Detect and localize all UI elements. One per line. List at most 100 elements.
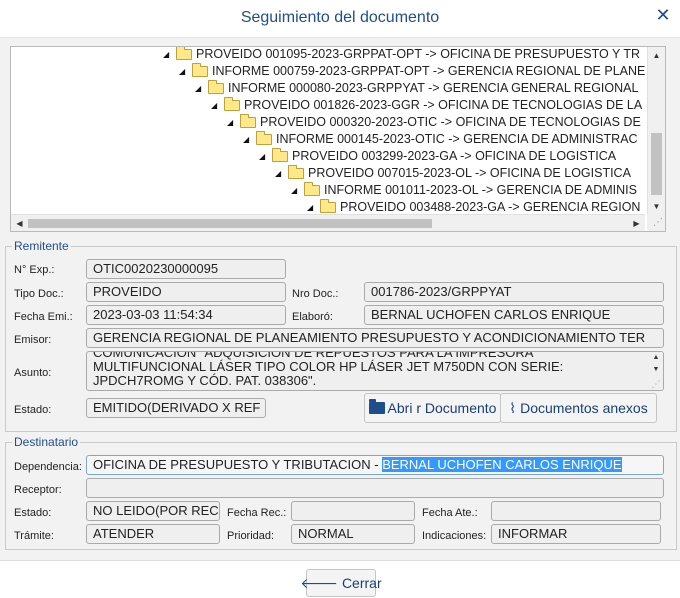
scroll-down-icon[interactable]: ▼ xyxy=(648,198,665,215)
expand-triangle-icon[interactable]: ◢ xyxy=(163,47,173,63)
dialog-footer: 🡐 Cerrar xyxy=(0,560,680,598)
folder-icon xyxy=(256,131,272,145)
fecha-emi-field[interactable]: 2023-03-03 11:54:34 xyxy=(86,305,286,325)
dialog-body: ◢ PROVEIDO 001095-2023-GRPPAT-OPT -> OFI… xyxy=(0,38,680,560)
indicaciones-field[interactable]: INFORMAR xyxy=(491,524,661,544)
destinatario-legend: Destinatario xyxy=(12,435,81,449)
remitente-legend: Remitente xyxy=(12,239,71,253)
nro-exp-field[interactable]: OTIC0020230000095 xyxy=(86,259,286,279)
elaboro-field[interactable]: BERNAL UCHOFEN CARLOS ENRIQUE xyxy=(364,305,664,325)
dependencia-label: Dependencia: xyxy=(14,461,82,473)
scroll-right-icon[interactable]: ▶ xyxy=(628,215,645,231)
nro-doc-label: Nro Doc.: xyxy=(292,288,339,300)
prioridad-label: Prioridad: xyxy=(227,530,275,542)
dependencia-selected-text: BERNAL UCHOFEN CARLOS ENRIQUE xyxy=(382,457,622,472)
scroll-thumb[interactable] xyxy=(651,133,662,195)
emisor-field[interactable]: GERENCIA REGIONAL DE PLANEAMIENTO PRESUP… xyxy=(86,328,664,348)
folder-icon xyxy=(304,182,320,196)
folder-icon xyxy=(320,199,336,213)
folder-icon xyxy=(208,80,224,94)
documentos-anexos-button[interactable]: ⌇ Documentos anexos xyxy=(500,393,657,423)
folder-icon xyxy=(288,165,304,179)
document-tree[interactable]: ◢ PROVEIDO 001095-2023-GRPPAT-OPT -> OFI… xyxy=(10,46,666,232)
estado-dest-field[interactable]: NO LEIDO(POR REC xyxy=(86,501,220,521)
fecha-emi-label: Fecha Emi.: xyxy=(14,311,73,323)
resize-grip-icon[interactable]: ⋰ xyxy=(647,214,665,231)
asunto-textarea[interactable]: COMUNICACIÓN "ADQUISICIÓN DE REPUESTOS P… xyxy=(86,351,664,391)
tree-item[interactable]: ◢ INFORME 000080-2023-GRPPYAT -> GERENCI… xyxy=(195,80,638,97)
tree-item-label: PROVEIDO 003299-2023-GA -> OFICINA DE LO… xyxy=(292,149,617,163)
folder-icon xyxy=(240,114,256,128)
close-icon[interactable]: ✕ xyxy=(654,6,672,24)
estado-dest-label: Estado: xyxy=(14,507,52,519)
tree-item-label: PROVEIDO 001826-2023-GGR -> OFICINA DE T… xyxy=(244,98,643,112)
indicaciones-label: Indicaciones: xyxy=(422,530,487,542)
dialog-titlebar: Seguimiento del documento ✕ xyxy=(0,0,680,38)
tipo-doc-field[interactable]: PROVEIDO xyxy=(86,282,286,302)
tramite-label: Trámite: xyxy=(14,530,54,542)
tree-item[interactable]: ◢ INFORME 001011-2023-OL -> GERENCIA DE … xyxy=(291,182,637,199)
folder-icon xyxy=(224,97,240,111)
scroll-down-icon[interactable]: ▼ xyxy=(649,364,663,376)
tree-item[interactable]: ◢ INFORME 000759-2023-GRPPAT-OPT -> GERE… xyxy=(179,63,645,80)
tree-item[interactable]: ◢ PROVEIDO 001095-2023-GRPPAT-OPT -> OFI… xyxy=(163,47,640,63)
remitente-panel: Remitente N° Exp.: OTIC0020230000095 Tip… xyxy=(5,239,677,432)
abrir-documento-label: Abri r Documento xyxy=(387,400,497,416)
asunto-label: Asunto: xyxy=(14,367,52,379)
prioridad-field[interactable]: NORMAL xyxy=(291,524,415,544)
tree-item[interactable]: ◢ PROVEIDO 003299-2023-GA -> OFICINA DE … xyxy=(259,148,616,165)
expand-triangle-icon[interactable]: ◢ xyxy=(275,165,285,182)
tree-item[interactable]: ◢ PROVEIDO 007015-2023-OL -> OFICINA DE … xyxy=(275,165,631,182)
documentos-anexos-label: Documentos anexos xyxy=(520,400,648,416)
tramite-field[interactable]: ATENDER xyxy=(86,524,220,544)
fecha-rec-field[interactable] xyxy=(291,501,415,521)
dialog-title: Seguimiento del documento xyxy=(240,9,440,26)
expand-triangle-icon[interactable]: ◢ xyxy=(179,63,189,80)
dependencia-text: OFICINA DE PRESUPUESTO Y TRIBUTACION - xyxy=(93,457,383,472)
scroll-up-icon[interactable]: ▲ xyxy=(648,47,665,64)
folder-icon xyxy=(176,47,192,60)
expand-triangle-icon[interactable]: ◢ xyxy=(291,182,301,199)
tree-item-label: PROVEIDO 007015-2023-OL -> OFICINA DE LO… xyxy=(308,166,631,180)
expand-triangle-icon[interactable]: ◢ xyxy=(227,114,237,131)
folder-open-icon xyxy=(368,399,385,414)
fecha-ate-field[interactable] xyxy=(491,501,661,521)
scroll-up-icon[interactable]: ▲ xyxy=(649,352,663,364)
tree-item-label: PROVEIDO 000320-2023-OTIC -> OFICINA DE … xyxy=(260,115,641,129)
expand-triangle-icon[interactable]: ◢ xyxy=(259,148,269,165)
receptor-field[interactable] xyxy=(86,478,664,498)
emisor-label: Emisor: xyxy=(14,334,52,346)
tree-item[interactable]: ◢ PROVEIDO 001826-2023-GGR -> OFICINA DE… xyxy=(211,97,642,114)
resize-grip-icon[interactable]: ⋰ xyxy=(649,378,663,390)
asunto-scrollbar[interactable]: ▲ ▼ ⋰ xyxy=(649,352,663,390)
dependencia-field[interactable]: OFICINA DE PRESUPUESTO Y TRIBUTACION - B… xyxy=(86,455,664,475)
tree-item-label: PROVEIDO 003488-2023-GA -> GERENCIA REGI… xyxy=(340,200,641,214)
expand-triangle-icon[interactable]: ◢ xyxy=(211,97,221,114)
scroll-thumb[interactable] xyxy=(28,219,432,228)
nro-exp-label: N° Exp.: xyxy=(14,264,55,276)
expand-triangle-icon[interactable]: ◢ xyxy=(243,131,253,148)
estado-field[interactable]: EMITIDO(DERIVADO X REF xyxy=(86,398,266,418)
nro-doc-field[interactable]: 001786-2023/GRPPYAT xyxy=(364,282,664,302)
folder-icon xyxy=(272,148,288,162)
tipo-doc-label: Tipo Doc.: xyxy=(14,288,64,300)
scroll-left-icon[interactable]: ◀ xyxy=(11,215,28,231)
cerrar-button[interactable]: 🡐 Cerrar xyxy=(300,569,382,597)
expand-triangle-icon[interactable]: ◢ xyxy=(195,80,205,97)
fecha-ate-label: Fecha Ate.: xyxy=(422,507,478,519)
destinatario-panel: Destinatario Dependencia: OFICINA DE PRE… xyxy=(5,435,677,550)
tree-item-label: INFORME 000080-2023-GRPPYAT -> GERENCIA … xyxy=(228,81,639,95)
asunto-line: JPDCH7ROMG Y CÓD. PAT. 038306". xyxy=(93,373,317,388)
expand-triangle-icon[interactable]: ◢ xyxy=(307,199,317,215)
tree-item[interactable]: ◢ PROVEIDO 003488-2023-GA -> GERENCIA RE… xyxy=(307,199,640,215)
tree-content: ◢ PROVEIDO 001095-2023-GRPPAT-OPT -> OFI… xyxy=(11,47,645,215)
tree-item[interactable]: ◢ INFORME 000145-2023-OTIC -> GERENCIA D… xyxy=(243,131,638,148)
abrir-documento-button[interactable]: Abri r Documento xyxy=(364,393,501,423)
tree-item-label: PROVEIDO 001095-2023-GRPPAT-OPT -> OFICI… xyxy=(196,47,641,61)
paperclip-icon: ⌇ xyxy=(509,399,517,416)
tree-item-label: INFORME 000759-2023-GRPPAT-OPT -> GERENC… xyxy=(212,64,645,78)
tree-horizontal-scrollbar[interactable]: ◀ ▶ xyxy=(11,214,645,231)
tree-item[interactable]: ◢ PROVEIDO 000320-2023-OTIC -> OFICINA D… xyxy=(227,114,641,131)
fecha-rec-label: Fecha Rec.: xyxy=(227,507,287,519)
tree-vertical-scrollbar[interactable]: ▲ ▼ xyxy=(647,47,665,215)
